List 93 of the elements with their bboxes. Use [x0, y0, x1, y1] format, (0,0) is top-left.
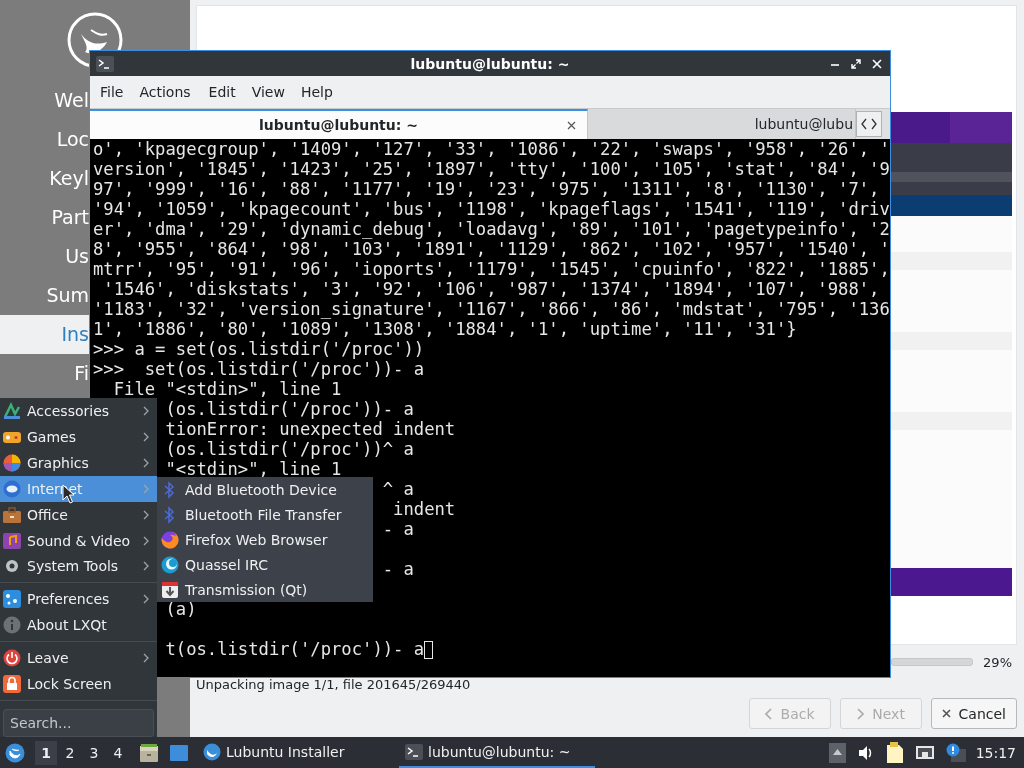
- desktop-switch[interactable]: 2: [59, 740, 81, 765]
- terminal-line: mtrr', '95', '91', '96', 'ioports', '1179', '1545', 'cpuinfo', '822', '1885',: [93, 261, 890, 277]
- terminal-line: ^ a: [382, 481, 414, 497]
- network-icon[interactable]: [914, 743, 935, 762]
- tab-scroll-icon[interactable]: [856, 111, 882, 137]
- clipboard-icon[interactable]: [885, 741, 904, 764]
- menu-item[interactable]: System Tools: [0, 553, 157, 580]
- taskbar-button[interactable]: Lubuntu Installer: [199, 737, 395, 768]
- terminal-line: '1183', '32', 'version_signature', '1167', '866', '86', 'mdstat', '795', '136: [93, 301, 890, 317]
- menu-item[interactable]: Office: [0, 501, 157, 528]
- fox-globe-icon: [161, 530, 179, 549]
- sidebar-item[interactable]: Loc: [0, 120, 89, 159]
- terminal-line: '1546', 'diskstats', '3', '92', '106', '987', '1374', '1894', '107', '988',: [103, 281, 880, 297]
- sidebar-item[interactable]: Keyl: [0, 159, 89, 198]
- terminal-tab[interactable]: lubuntu@lubu: [588, 109, 856, 139]
- notification-icon[interactable]: [945, 742, 966, 763]
- file-cabinet-icon[interactable]: [139, 742, 159, 763]
- terminal-line: indent: [393, 501, 456, 517]
- menu-item[interactable]: Quassel IRC: [157, 552, 373, 577]
- power-icon: [3, 649, 21, 668]
- terminal-line: File "<stdin>", line 1: [113, 381, 342, 397]
- menu-item[interactable]: Accessories: [0, 398, 157, 424]
- terminal-line: 97', '999', '16', '88', '1177', '19', '23', '975', '1311', '8', '1130', '7',: [93, 181, 880, 197]
- terminal-line: - a: [382, 521, 414, 537]
- terminal-line: '94', '1059', 'kpagecount', 'bus', '1198', 'kpageflags', '1541', '119', 'driv: [93, 201, 890, 217]
- start-menu-icon[interactable]: [5, 742, 25, 763]
- bird-logo-icon: [203, 742, 221, 761]
- terminal-line: t(os.listdir('/proc'))- a: [165, 641, 425, 657]
- terminal-line: >>> a = set(os.listdir('/proc')): [93, 341, 425, 357]
- chevron-left-icon: [764, 707, 773, 720]
- menu-item[interactable]: Bluetooth File Transfer: [157, 502, 373, 527]
- menu-item[interactable]: About LXQt: [0, 612, 157, 639]
- menu-item[interactable]: Graphics: [0, 449, 157, 476]
- terminal-line: - a: [382, 561, 414, 577]
- menu-item[interactable]: Firefox Web Browser: [157, 527, 373, 552]
- terminal-icon: [405, 743, 423, 760]
- crescent-icon: [161, 555, 179, 574]
- drawing-tools-icon: [3, 401, 21, 420]
- window-title: lubuntu@lubuntu: ~: [410, 55, 570, 72]
- briefcase-icon: [3, 505, 21, 524]
- dots-grid-icon: [3, 590, 21, 609]
- sidebar-item[interactable]: Wel: [0, 81, 89, 120]
- terminal-line: er', 'dma', '29', 'dynamic_debug', 'loadavg', '89', '101', 'pagetypeinfo', '2: [93, 221, 890, 237]
- sidebar-item[interactable]: Part: [0, 198, 89, 237]
- sidebar-item[interactable]: Fi: [0, 354, 89, 393]
- terminal-line: 1', '1886', '80', '1089', '1308', '1884', '1', 'uptime', '11', '31'}: [93, 321, 797, 337]
- terminal-tab[interactable]: lubuntu@lubuntu: ~: [90, 109, 588, 139]
- globe-icon: [3, 479, 21, 498]
- sidebar-item[interactable]: Sum: [0, 276, 89, 315]
- terminal-line: >>> set(os.listdir('/proc'))- a: [93, 361, 425, 377]
- terminal-line: 8', '955', '864', '98', '103', '1891', '1129', '862', '102', '957', '1540', ': [93, 241, 890, 257]
- menu-item[interactable]: View: [243, 84, 293, 100]
- info-icon: [3, 616, 21, 635]
- chevron-right-icon: [856, 707, 865, 720]
- sidebar-item[interactable]: Us: [0, 237, 89, 276]
- clock[interactable]: 15:17: [975, 744, 1016, 761]
- search-field[interactable]: Search...: [3, 709, 154, 737]
- terminal-line: tionError: unexpected indent: [165, 421, 456, 437]
- status-text: Unpacking image 1/1, file 201645/269440: [196, 677, 472, 693]
- terminal-line: (a): [165, 601, 197, 617]
- menu-item[interactable]: Preferences: [0, 586, 157, 613]
- terminal-line: (os.listdir('/proc'))^ a: [165, 441, 414, 457]
- maximize-icon[interactable]: [851, 58, 861, 69]
- progress-percent: 29%: [983, 654, 1012, 670]
- terminal-line: o', 'kpagecgroup', '1409', '127', '33', '1086', '22', 'swaps', '958', '26', ': [93, 141, 890, 157]
- menu-item[interactable]: Leave: [0, 645, 157, 672]
- close-icon: [941, 709, 951, 718]
- desktop-switch[interactable]: 1: [35, 740, 57, 765]
- menu-item[interactable]: Games: [0, 423, 157, 450]
- music-note-icon: [3, 531, 21, 550]
- terminal-icon: [96, 55, 114, 72]
- menu-item[interactable]: Sound & Video: [0, 527, 157, 554]
- window-icon[interactable]: [169, 743, 189, 762]
- menu-item[interactable]: Edit: [200, 84, 244, 100]
- terminal-line: version', '1845', '1423', '25', '1897', 'tty', '100', '105', 'stat', '84', '9: [93, 161, 890, 177]
- menu-item[interactable]: Add Bluetooth Device: [157, 477, 373, 502]
- close-icon[interactable]: [567, 121, 576, 130]
- cancel-button[interactable]: Cancel: [930, 698, 1017, 729]
- menu-item[interactable]: Help: [292, 84, 341, 100]
- menu-item[interactable]: File: [92, 84, 132, 100]
- download-box-icon: [161, 580, 179, 599]
- terminal-line: "<stdin>", line 1: [165, 461, 342, 477]
- logo-icon: [67, 12, 123, 68]
- menu-item[interactable]: Transmission (Qt): [157, 577, 373, 602]
- desktop-switch[interactable]: 3: [83, 740, 105, 765]
- desktop-switch[interactable]: 4: [107, 740, 129, 765]
- taskbar-button[interactable]: lubuntu@lubuntu: ~: [399, 737, 595, 768]
- menu-item[interactable]: Actions: [131, 84, 201, 100]
- sidebar-item[interactable]: Ins: [0, 315, 89, 354]
- terminal-line: (os.listdir('/proc'))- a: [165, 401, 414, 417]
- menu-item[interactable]: Lock Screen: [0, 671, 157, 698]
- padlock-icon: [3, 675, 21, 694]
- color-wheel-icon: [3, 453, 21, 472]
